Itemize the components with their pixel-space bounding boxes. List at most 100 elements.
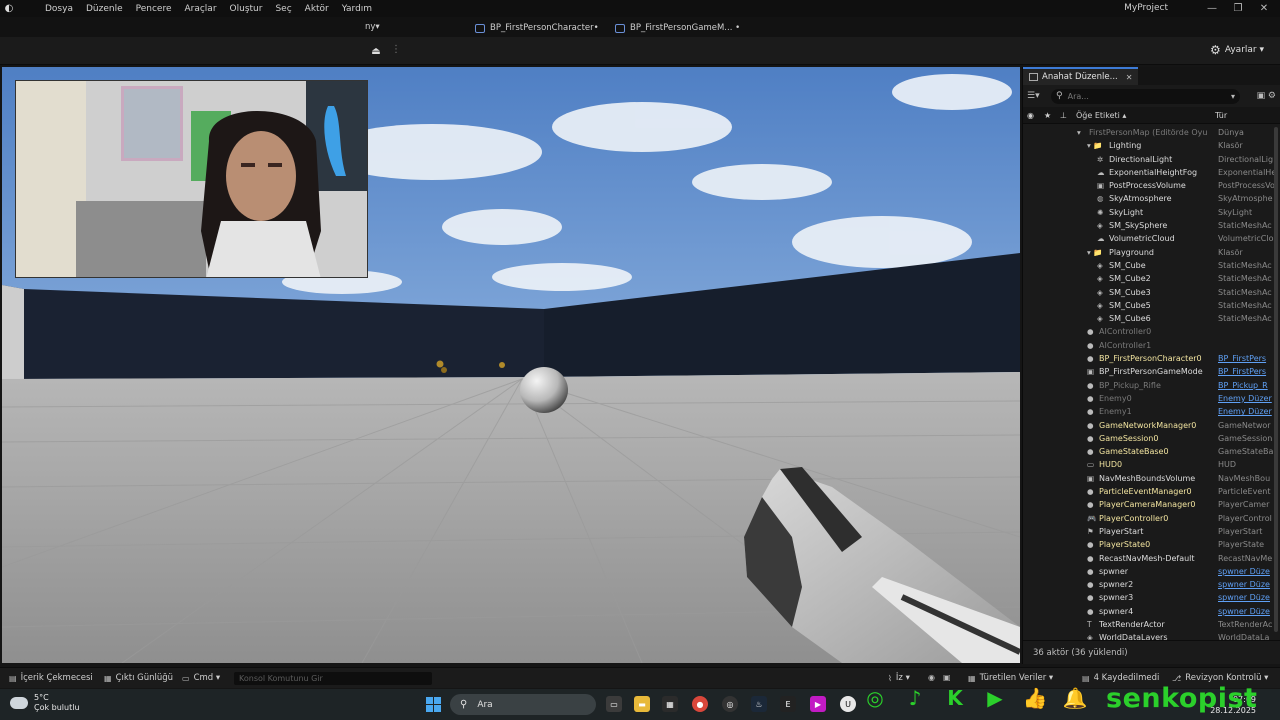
outliner-row[interactable]: ● PlayerState0 PlayerState: [1023, 539, 1280, 552]
steam-icon[interactable]: ♨: [751, 696, 767, 712]
chrome-icon[interactable]: ●: [692, 696, 708, 712]
cmd-dropdown[interactable]: ▭ Cmd ▾: [182, 673, 220, 683]
outliner-row[interactable]: ☁ ExponentialHeightFog ExponentialHe: [1023, 167, 1280, 180]
outliner-row[interactable]: ▾ FirstPersonMap (Editörde Oyu Dünya: [1023, 127, 1280, 140]
tab-partial-label[interactable]: ny▾: [365, 22, 380, 32]
pin-icon[interactable]: ⊥: [1060, 111, 1067, 120]
star-icon[interactable]: ★: [1044, 111, 1051, 120]
outliner-row[interactable]: ▭ HUD0 HUD: [1023, 459, 1280, 472]
outliner-row[interactable]: T TextRenderActor TextRenderAc: [1023, 619, 1280, 632]
actor-name: PlayerCameraManager0: [1099, 500, 1196, 510]
outliner-row[interactable]: ● Enemy1 Enemy Düzer: [1023, 406, 1280, 419]
toolbar-more-icon[interactable]: ⋮: [391, 44, 401, 55]
unreal-logo-icon[interactable]: ◐: [0, 0, 18, 17]
close-window-button[interactable]: ✕: [1248, 0, 1280, 17]
outliner-row[interactable]: ⚑ PlayerStart PlayerStart: [1023, 526, 1280, 539]
eject-icon[interactable]: ⏏: [368, 44, 384, 58]
outliner-row[interactable]: ▣ NavMeshBoundsVolume NavMeshBou: [1023, 473, 1280, 486]
column-type[interactable]: Tür: [1215, 111, 1227, 120]
actor-type[interactable]: spwner Düze: [1218, 567, 1280, 576]
eye-icon[interactable]: ◉: [1027, 111, 1034, 120]
content-drawer-button[interactable]: ▤ İçerik Çekmecesi: [9, 673, 93, 683]
outliner-row[interactable]: ◈ SM_Cube5 StaticMeshAc: [1023, 300, 1280, 313]
menu-help[interactable]: Yardım: [342, 4, 372, 14]
document-tab-bar: BP_FirstPersonCharacter• BP_FirstPersonG…: [0, 17, 1280, 37]
console-command-input[interactable]: Konsol Komutunu Gir: [234, 672, 432, 685]
outliner-row[interactable]: ▣ BP_FirstPersonGameMode BP_FirstPers: [1023, 366, 1280, 379]
outliner-row[interactable]: ● BP_Pickup_Rifle BP_Pickup_R: [1023, 380, 1280, 393]
menu-actor[interactable]: Aktör: [305, 4, 329, 14]
start-button[interactable]: [426, 697, 441, 712]
actor-type[interactable]: BP_FirstPers: [1218, 367, 1280, 376]
menu-select[interactable]: Seç: [275, 4, 291, 14]
outliner-row[interactable]: ● ParticleEventManager0 ParticleEvent: [1023, 486, 1280, 499]
outliner-row[interactable]: ● spwner3 spwner Düze: [1023, 592, 1280, 605]
store-icon[interactable]: ▦: [662, 696, 678, 712]
outliner-row[interactable]: ◈ WorldDataLayers WorldDataLa: [1023, 632, 1280, 640]
outliner-row[interactable]: ✺ SkyLight SkyLight: [1023, 207, 1280, 220]
chevron-down-icon[interactable]: ▾: [1231, 92, 1235, 101]
actor-type[interactable]: Enemy Düzer: [1218, 407, 1280, 416]
outliner-row[interactable]: ◈ SM_Cube3 StaticMeshAc: [1023, 287, 1280, 300]
outliner-row[interactable]: 🎮 PlayerController0 PlayerControl: [1023, 513, 1280, 526]
outliner-row[interactable]: ● spwner spwner Düze: [1023, 566, 1280, 579]
menu-build[interactable]: Oluştur: [230, 4, 263, 14]
camera-icon[interactable]: ▣: [943, 673, 955, 682]
outliner-row[interactable]: ◈ SM_Cube6 StaticMeshAc: [1023, 313, 1280, 326]
outliner-tab[interactable]: Anahat Düzenle... ✕: [1023, 67, 1139, 85]
outliner-row[interactable]: ● GameStateBase0 GameStateBa: [1023, 446, 1280, 459]
outliner-row[interactable]: ☁ VolumetricCloud VolumetricClo: [1023, 233, 1280, 246]
outliner-row[interactable]: ● AIController0: [1023, 326, 1280, 339]
actor-type[interactable]: spwner Düze: [1218, 593, 1280, 602]
close-icon[interactable]: ✕: [1126, 73, 1133, 82]
menu-tools[interactable]: Araçlar: [184, 4, 216, 14]
outliner-row[interactable]: ● BP_FirstPersonCharacter0 BP_FirstPers: [1023, 353, 1280, 366]
outliner-row[interactable]: ● AIController1: [1023, 340, 1280, 353]
actor-type[interactable]: spwner Düze: [1218, 580, 1280, 589]
outliner-row[interactable]: ● RecastNavMesh-Default RecastNavMe: [1023, 553, 1280, 566]
actor-name: DirectionalLight: [1109, 154, 1173, 164]
weather-widget[interactable]: 5°C Çok bulutlu: [10, 693, 80, 713]
outliner-row[interactable]: ◈ SM_SkySphere StaticMeshAc: [1023, 220, 1280, 233]
outliner-row[interactable]: ▾ 📁 Lighting Klasör: [1023, 140, 1280, 153]
outliner-row[interactable]: ● PlayerCameraManager0 PlayerCamer: [1023, 499, 1280, 512]
level-viewport[interactable]: [2, 67, 1020, 663]
outliner-row[interactable]: ● spwner2 spwner Düze: [1023, 579, 1280, 592]
record-icon[interactable]: ◉: [928, 673, 939, 682]
outliner-row[interactable]: ● spwner4 spwner Düze: [1023, 606, 1280, 619]
outliner-row[interactable]: ● GameSession0 GameSession: [1023, 433, 1280, 446]
outliner-row[interactable]: ◈ SM_Cube2 StaticMeshAc: [1023, 273, 1280, 286]
actor-type[interactable]: BP_Pickup_R: [1218, 381, 1280, 390]
menu-window[interactable]: Pencere: [136, 4, 172, 14]
app-icon[interactable]: ◎: [722, 696, 738, 712]
outliner-row[interactable]: ◈ SM_Cube StaticMeshAc: [1023, 260, 1280, 273]
task-view-icon[interactable]: ▭: [606, 696, 622, 712]
epic-games-icon[interactable]: E: [780, 696, 796, 712]
output-log-button[interactable]: ▦ Çıktı Günlüğü: [104, 673, 173, 683]
file-explorer-icon[interactable]: ▬: [634, 696, 650, 712]
outliner-row[interactable]: ● GameNetworkManager0 GameNetwor: [1023, 420, 1280, 433]
outliner-row[interactable]: ✲ DirectionalLight DirectionalLig: [1023, 154, 1280, 167]
filter-icon[interactable]: ☰▾: [1027, 91, 1051, 101]
media-icon[interactable]: ▶: [810, 696, 826, 712]
unreal-engine-icon[interactable]: U: [840, 696, 856, 712]
outliner-row[interactable]: ▣ PostProcessVolume PostProcessVo: [1023, 180, 1280, 193]
outliner-row[interactable]: ● Enemy0 Enemy Düzer: [1023, 393, 1280, 406]
menu-file[interactable]: Dosya: [45, 4, 73, 14]
menu-edit[interactable]: Düzenle: [86, 4, 123, 14]
actor-type[interactable]: Enemy Düzer: [1218, 394, 1280, 403]
outliner-settings-icon[interactable]: ▣ ⚙: [1240, 91, 1276, 101]
settings-button[interactable]: ⚙ Ayarlar ▾: [1210, 43, 1264, 57]
outliner-scrollbar[interactable]: [1274, 127, 1278, 632]
actor-type[interactable]: spwner Düze: [1218, 607, 1280, 616]
cloud-icon: [10, 697, 28, 709]
outliner-search-input[interactable]: ⚲ Ara... ▾: [1051, 88, 1240, 104]
tab-bp-firstpersongamemode[interactable]: BP_FirstPersonGameM... •: [615, 20, 740, 36]
tab-bp-firstpersoncharacter[interactable]: BP_FirstPersonCharacter•: [475, 20, 599, 36]
project-name: MyProject: [1124, 3, 1168, 13]
actor-type[interactable]: BP_FirstPers: [1218, 354, 1280, 363]
column-item-label[interactable]: Öğe Etiketi ▴: [1076, 111, 1126, 120]
outliner-row[interactable]: ◍ SkyAtmosphere SkyAtmosphe: [1023, 193, 1280, 206]
taskbar-search[interactable]: ⚲ Ara: [450, 694, 596, 715]
outliner-row[interactable]: ▾ 📁 Playground Klasör: [1023, 247, 1280, 260]
